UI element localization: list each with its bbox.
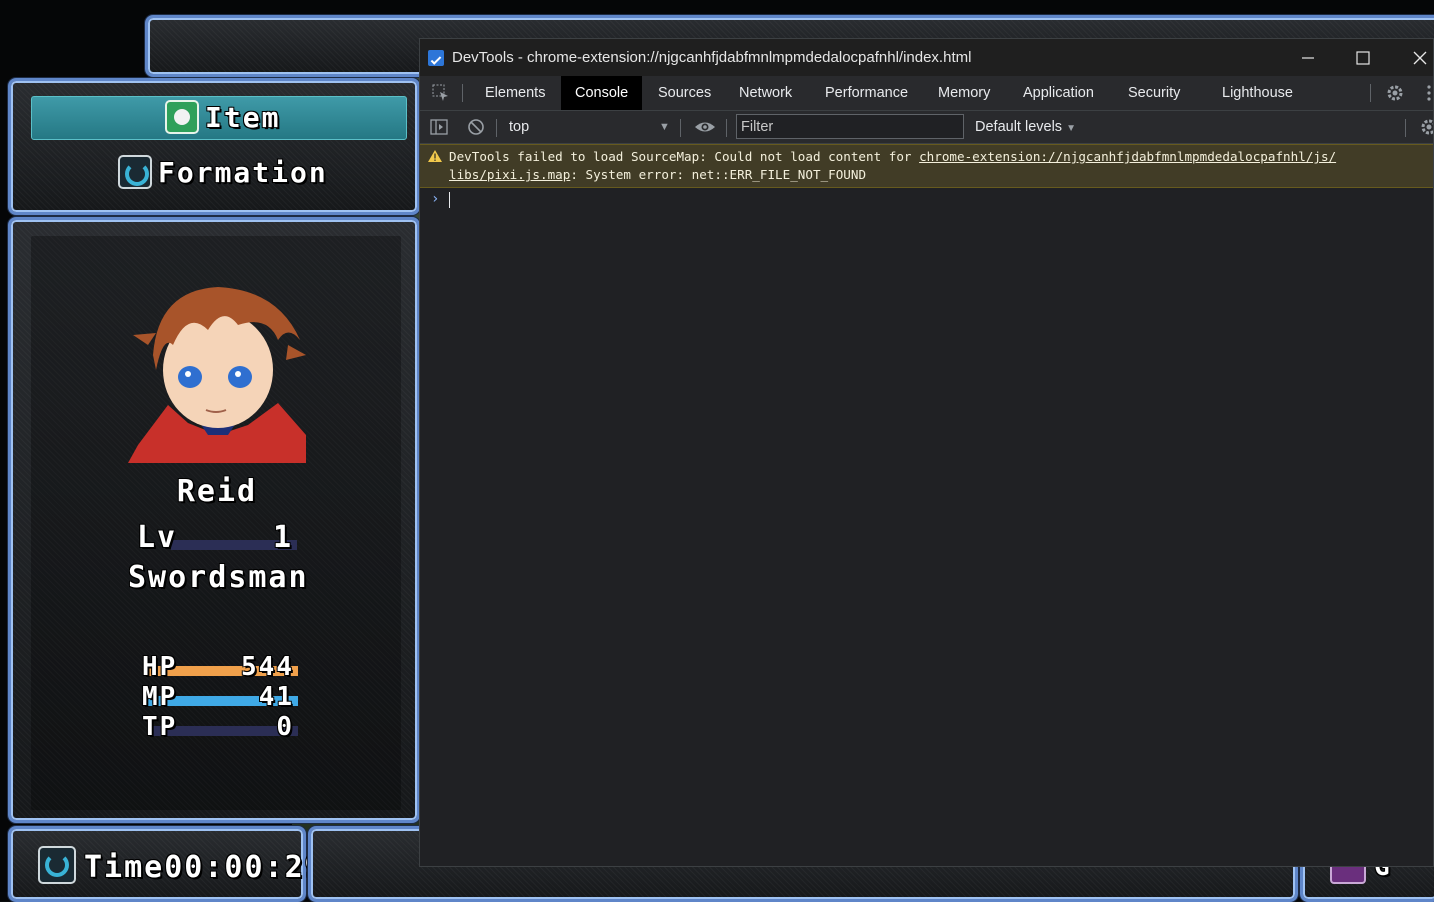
toolbar-separator-4 [1405,119,1406,137]
tp-value: 0 [276,712,294,742]
tab-security[interactable]: Security [1114,76,1194,110]
window-title: DevTools - chrome-extension://njgcanhfjd… [452,49,972,66]
toolbar-separator [496,119,497,137]
actor-portrait [128,287,306,463]
toolbar-separator-2 [680,119,681,137]
hp-value: 544 [241,652,294,682]
maximize-button[interactable] [1335,39,1391,76]
tab-memory[interactable]: Memory [924,76,1004,110]
command-item[interactable]: Item [165,100,280,134]
log-levels-label: Default levels [975,119,1063,135]
warning-icon [428,150,442,162]
console-settings-button[interactable] [1419,117,1433,142]
settings-button[interactable] [1385,83,1405,108]
warning-prefix: DevTools failed to load SourceMap: Could… [449,149,920,164]
playtime-value: 00:00:29 [164,850,325,885]
command-window [8,78,420,215]
tab-performance[interactable]: Performance [811,76,922,110]
devtools-tabbar: Elements Console Sources Network Perform… [420,76,1433,111]
kebab-menu-icon [1427,85,1431,101]
inspect-element-button[interactable] [432,84,450,107]
actor-class: Swordsman [128,560,309,595]
level-row: Lv 1 [137,520,297,556]
mp-label: MP [142,682,178,712]
context-selector[interactable]: top [509,111,529,143]
console-gear-icon [1421,119,1433,135]
filter-input[interactable] [736,114,964,139]
clear-console-icon [468,119,484,135]
chevron-down-icon[interactable]: ▼ [659,111,670,143]
tp-label: TP [142,712,178,742]
minimize-icon [1302,56,1314,59]
playtime-label: Time [84,850,165,885]
console-toolbar: top ▼ Default levels ▼ [420,111,1433,144]
sidebar-toggle-icon [430,119,448,135]
tab-elements[interactable]: Elements [471,76,559,110]
devtools-window: DevTools - chrome-extension://njgcanhfjd… [419,38,1434,867]
inspect-element-icon [432,84,448,101]
console-prompt-icon: › [431,191,440,207]
console-warning-message[interactable]: DevTools failed to load SourceMap: Could… [420,144,1433,188]
context-selector-value: top [509,119,530,135]
minimize-button[interactable] [1280,39,1336,76]
actor-name: Reid [176,474,258,509]
close-icon [1413,51,1427,64]
mp-row: MP 41 [138,682,298,712]
tab-lighthouse[interactable]: Lighthouse [1208,76,1307,110]
mp-value: 41 [258,682,294,712]
log-levels-dropdown[interactable]: Default levels ▼ [975,111,1076,143]
command-formation-label: Formation [158,155,328,189]
devtools-titlebar[interactable]: DevTools - chrome-extension://njgcanhfjd… [420,39,1433,76]
cycle-icon [118,155,152,189]
live-expression-button[interactable] [694,118,716,141]
hp-label: HP [142,652,178,682]
console-input-caret[interactable] [449,192,450,208]
warning-suffix: : System error: net::ERR_FILE_NOT_FOUND [570,167,867,182]
tab-sources[interactable]: Sources [644,76,725,110]
bag-icon [165,100,199,134]
close-button[interactable] [1392,39,1433,76]
devtools-app-icon [428,49,444,66]
levels-chevron-icon: ▼ [1066,123,1076,134]
gear-icon [1387,85,1403,101]
toolbar-separator-3 [726,119,727,137]
level-label: Lv [137,520,178,555]
tab-console[interactable]: Console [561,76,643,110]
sidebar-toggle-button[interactable] [430,118,448,141]
clock-icon [38,846,76,884]
hp-row: HP 544 [138,652,298,682]
playtime: Time00:00:29 [84,850,325,885]
tabbar-separator-2 [1370,84,1371,102]
level-value: 1 [272,520,293,555]
tab-application[interactable]: Application [1009,76,1108,110]
sourcemap-file-link[interactable]: libs/pixi.js.map [449,167,570,182]
eye-icon [695,122,715,132]
tp-row: TP 0 [138,712,298,742]
warning-line-2: libs/pixi.js.map: System error: net::ERR… [449,167,866,182]
command-item-label: Item [205,100,281,134]
more-options-button[interactable] [1426,84,1432,107]
sourcemap-url-link[interactable]: chrome-extension://njgcanhfjdabfmnlmpmde… [919,149,1336,164]
warning-line-1: DevTools failed to load SourceMap: Could… [449,149,1336,164]
tabbar-separator [462,84,463,102]
maximize-icon [1356,50,1370,65]
command-formation[interactable]: Formation [118,155,328,189]
clear-console-button[interactable] [467,118,485,141]
tab-network[interactable]: Network [725,76,806,110]
